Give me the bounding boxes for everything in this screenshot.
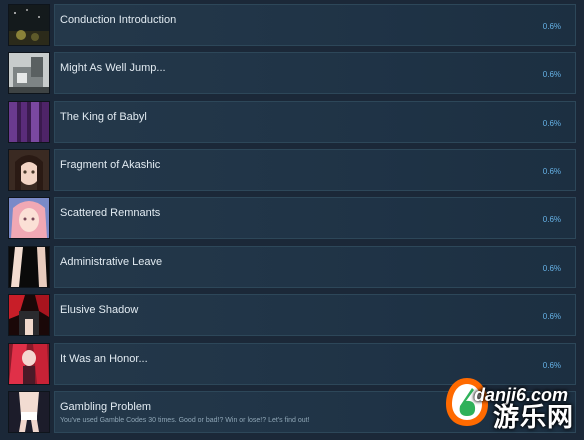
- achievement-title: Conduction Introduction: [60, 14, 177, 26]
- achievement-percent: 0.6%: [542, 361, 561, 370]
- achievement-percent: 0.6%: [542, 312, 561, 321]
- achievement-card: Fragment of Akashic 0.6%: [54, 149, 576, 191]
- achievement-title: Administrative Leave: [60, 256, 163, 268]
- character-figure-icon: [8, 391, 50, 433]
- achievement-description: You've used Gamble Codes 30 times. Good …: [60, 417, 310, 424]
- red-dark-figure-icon: [8, 294, 50, 336]
- achievement-row[interactable]: The King of Babyl 0.6%: [4, 101, 578, 143]
- achievement-title: Elusive Shadow: [60, 304, 139, 316]
- robot-machine-icon: [8, 52, 50, 94]
- achievement-row[interactable]: Scattered Remnants 0.6%: [4, 197, 578, 239]
- silhouette-figure-icon: [8, 246, 50, 288]
- pink-hair-girl-portrait-icon: [8, 197, 50, 239]
- achievement-title: Gambling Problem: [60, 401, 152, 413]
- achievement-percent: 0.6%: [542, 264, 561, 273]
- night-scene-icon: [8, 4, 50, 46]
- achievement-percent: 0.6%: [542, 70, 561, 79]
- achievement-title: It Was an Honor...: [60, 353, 148, 365]
- achievement-title: Might As Well Jump...: [60, 62, 166, 74]
- achievement-percent: 0.6%: [542, 167, 561, 176]
- achievement-card: Scattered Remnants 0.6%: [54, 197, 576, 239]
- achievement-percent: 0.6%: [542, 215, 561, 224]
- purple-hair-portrait-icon: [8, 101, 50, 143]
- achievement-title: Fragment of Akashic: [60, 159, 161, 171]
- achievement-row[interactable]: It Was an Honor... 0.6%: [4, 343, 578, 385]
- achievement-list: Conduction Introduction 0.6% Might As We…: [0, 0, 584, 440]
- achievement-row[interactable]: Fragment of Akashic 0.6%: [4, 149, 578, 191]
- achievement-card: Might As Well Jump... 0.6%: [54, 52, 576, 94]
- achievement-card: The King of Babyl 0.6%: [54, 101, 576, 143]
- red-hair-character-icon: [8, 343, 50, 385]
- watermark-text: 游乐网: [492, 402, 574, 432]
- achievement-card: It Was an Honor... 0.6%: [54, 343, 576, 385]
- achievement-row[interactable]: Elusive Shadow 0.6%: [4, 294, 578, 336]
- achievement-card: Conduction Introduction 0.6%: [54, 4, 576, 46]
- achievement-title: Scattered Remnants: [60, 207, 161, 219]
- achievement-card: Elusive Shadow 0.6%: [54, 294, 576, 336]
- achievement-percent: 0.6%: [542, 119, 561, 128]
- achievement-row[interactable]: Conduction Introduction 0.6%: [4, 4, 578, 46]
- achievement-title: The King of Babyl: [60, 111, 147, 123]
- achievement-percent: 0.6%: [542, 22, 561, 31]
- achievement-card: Administrative Leave 0.6%: [54, 246, 576, 288]
- achievement-row[interactable]: Might As Well Jump... 0.6%: [4, 52, 578, 94]
- achievement-row[interactable]: Administrative Leave 0.6%: [4, 246, 578, 288]
- dark-hair-girl-portrait-icon: [8, 149, 50, 191]
